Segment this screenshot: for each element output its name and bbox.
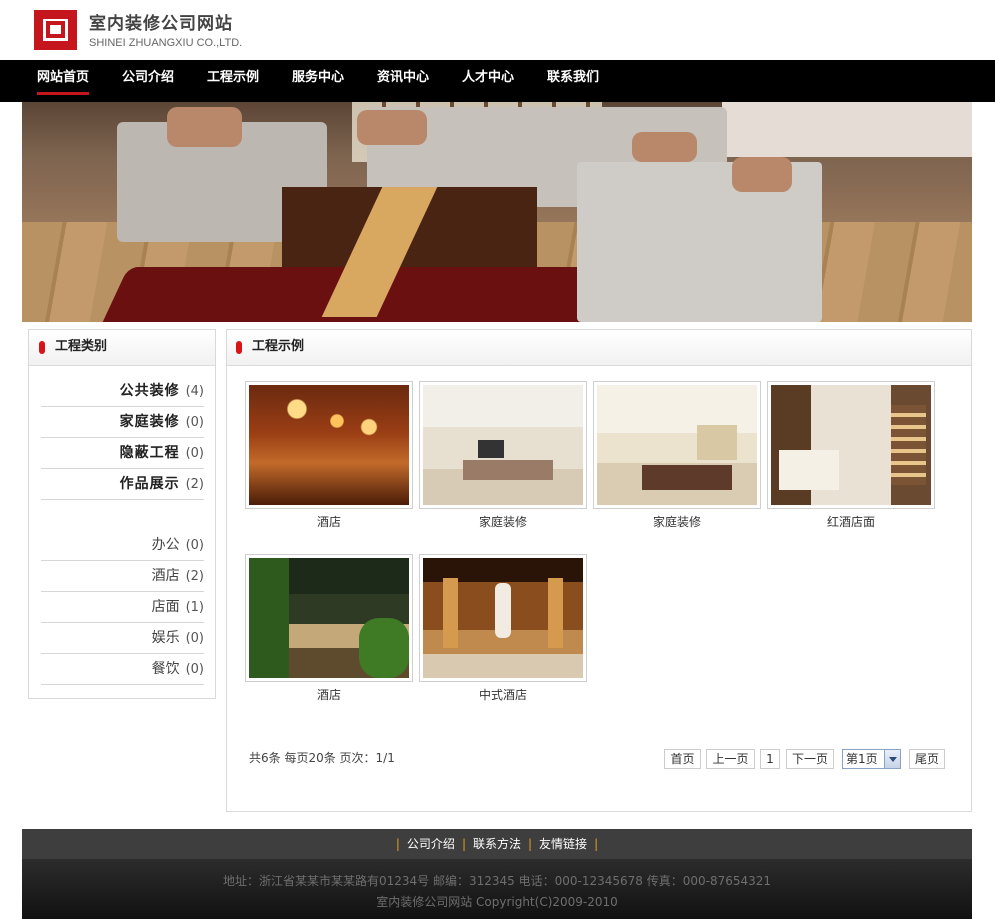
project-caption[interactable]: 中式酒店 — [419, 686, 587, 703]
project-caption[interactable]: 酒店 — [245, 513, 413, 530]
nav-item-about[interactable]: 公司介绍 — [122, 60, 174, 102]
first-page-button[interactable]: 首页 — [664, 749, 701, 769]
category-item[interactable]: 公共装修 (4) — [41, 376, 204, 407]
subcategory-item[interactable]: 餐饮 (0) — [41, 654, 204, 685]
footer-link-friends[interactable]: 友情链接 — [539, 837, 587, 851]
nav-item-services[interactable]: 服务中心 — [292, 60, 344, 102]
project-caption[interactable]: 家庭装修 — [593, 513, 761, 530]
main-nav: 网站首页 公司介绍 工程示例 服务中心 资讯中心 人才中心 联系我们 — [0, 60, 995, 102]
projects-panel: 工程示例 酒店 家庭装修 家庭装修 红酒店面 酒店 中式酒店 共6条 每页20条… — [226, 329, 972, 812]
footer-copyright: 室内装修公司网站 Copyright(C)2009-2010 — [376, 895, 618, 909]
logo-icon[interactable] — [34, 10, 77, 50]
last-page-button[interactable]: 尾页 — [909, 749, 945, 769]
footer-link-contact[interactable]: 联系方法 — [473, 837, 521, 851]
project-thumbnail[interactable] — [423, 558, 583, 678]
project-caption[interactable]: 酒店 — [245, 686, 413, 703]
footer-address: 地址：浙江省某某市某某路有01234号 邮编：312345 电话：000-123… — [222, 874, 772, 888]
prev-page-button[interactable]: 上一页 — [706, 749, 755, 769]
project-card[interactable]: 家庭装修 — [593, 381, 761, 530]
nav-item-home[interactable]: 网站首页 — [37, 60, 90, 102]
footer-link-about[interactable]: 公司介绍 — [407, 837, 455, 851]
panel-title: 工程示例 — [252, 339, 305, 354]
site-title[interactable]: 室内装修公司网站 — [89, 9, 233, 34]
project-caption[interactable]: 红酒店面 — [767, 513, 935, 530]
category-item[interactable]: 作品展示 (2) — [41, 469, 204, 500]
project-thumbnail[interactable] — [771, 385, 931, 505]
project-thumbnail[interactable] — [249, 558, 409, 678]
red-bullet-icon — [39, 341, 45, 354]
subcategory-list: 办公 (0) 酒店 (2) 店面 (1) 娱乐 (0) 餐饮 (0) — [41, 530, 204, 685]
project-card[interactable]: 酒店 — [245, 381, 413, 530]
page-select-value: 第1页 — [846, 752, 878, 766]
subcategory-item[interactable]: 酒店 (2) — [41, 561, 204, 592]
category-item[interactable]: 隐蔽工程 (0) — [41, 438, 204, 469]
pager-info: 共6条 每页20条 页次：1/1 — [249, 751, 395, 765]
sidebar-title: 工程类别 — [55, 339, 108, 354]
site-header: 室内装修公司网站 SHINEI ZHUANGXIU CO.,LTD. — [0, 0, 995, 60]
project-thumbnail[interactable] — [249, 385, 409, 505]
nav-item-projects[interactable]: 工程示例 — [207, 60, 259, 102]
project-card[interactable]: 家庭装修 — [419, 381, 587, 530]
page-select[interactable]: 第1页 — [842, 749, 901, 769]
category-item[interactable]: 家庭装修 (0) — [41, 407, 204, 438]
sidebar-header: 工程类别 — [29, 330, 215, 366]
nav-item-news[interactable]: 资讯中心 — [377, 60, 429, 102]
footer-links: | 公司介绍 | 联系方法 | 友情链接 | — [22, 829, 972, 859]
panel-header: 工程示例 — [227, 330, 971, 366]
subcategory-item[interactable]: 办公 (0) — [41, 530, 204, 561]
project-thumbnail[interactable] — [423, 385, 583, 505]
nav-item-careers[interactable]: 人才中心 — [462, 60, 514, 102]
footer-info: 地址：浙江省某某市某某路有01234号 邮编：312345 电话：000-123… — [22, 859, 972, 919]
chevron-down-icon[interactable] — [884, 750, 900, 768]
category-list: 公共装修 (4) 家庭装修 (0) 隐蔽工程 (0) 作品展示 (2) — [41, 376, 204, 500]
project-thumbnail[interactable] — [597, 385, 757, 505]
subcategory-item[interactable]: 娱乐 (0) — [41, 623, 204, 654]
nav-item-contact[interactable]: 联系我们 — [547, 60, 599, 102]
project-caption[interactable]: 家庭装修 — [419, 513, 587, 530]
current-page-button[interactable]: 1 — [760, 749, 780, 769]
hero-banner-image — [22, 102, 972, 322]
project-card[interactable]: 酒店 — [245, 554, 413, 703]
subcategory-item[interactable]: 店面 (1) — [41, 592, 204, 623]
project-card[interactable]: 中式酒店 — [419, 554, 587, 703]
next-page-button[interactable]: 下一页 — [786, 749, 834, 769]
red-bullet-icon — [236, 341, 242, 354]
project-card[interactable]: 红酒店面 — [767, 381, 935, 530]
site-subtitle: SHINEI ZHUANGXIU CO.,LTD. — [89, 37, 243, 49]
category-sidebar: 工程类别 公共装修 (4) 家庭装修 (0) 隐蔽工程 (0) 作品展示 (2) 办公(… — [28, 329, 216, 699]
